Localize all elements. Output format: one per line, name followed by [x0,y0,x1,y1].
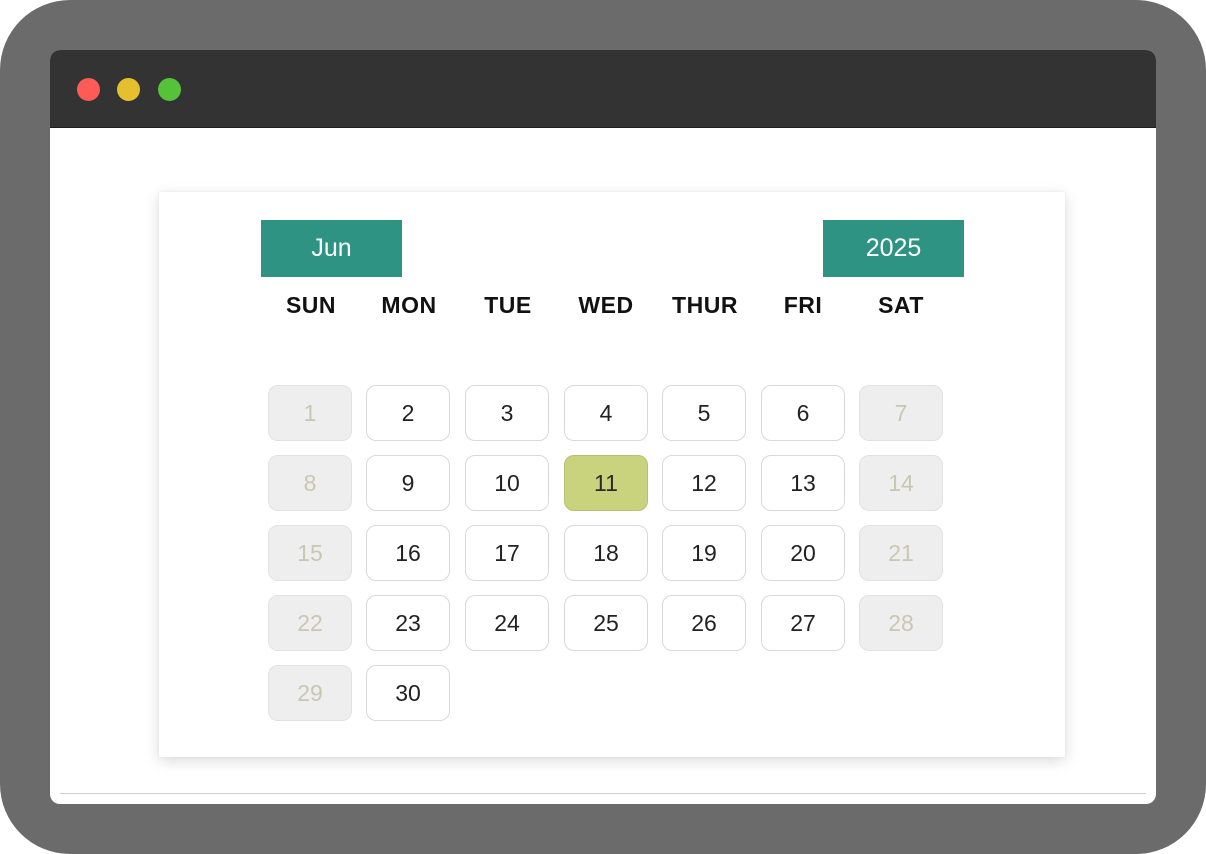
device-frame: Jun 2025 SUN MON TUE WED THUR FRI SAT 12… [0,0,1206,854]
minimize-window-button[interactable] [117,78,140,101]
day-cell: 15 [268,525,352,581]
day-cell: 8 [268,455,352,511]
day-grid: 1 2 3 4 5 6 7 8 9 10 11 12 13 14 15 16 17 18 19 20 21 22 23 24 2… [159,192,1065,757]
day-cell[interactable]: 6 [761,385,845,441]
day-cell[interactable]: 25 [564,595,648,651]
day-cell: 7 [859,385,943,441]
day-cell[interactable]: 12 [662,455,746,511]
day-cell: 28 [859,595,943,651]
day-cell: 29 [268,665,352,721]
day-cell[interactable]: 20 [761,525,845,581]
browser-window: Jun 2025 SUN MON TUE WED THUR FRI SAT 12… [50,50,1156,804]
day-cell[interactable]: 3 [465,385,549,441]
day-cell[interactable]: 27 [761,595,845,651]
maximize-window-button[interactable] [158,78,181,101]
day-cell[interactable]: 9 [366,455,450,511]
day-cell: 14 [859,455,943,511]
day-cell[interactable]: 2 [366,385,450,441]
day-cell[interactable]: 30 [366,665,450,721]
day-cell[interactable]: 18 [564,525,648,581]
day-cell[interactable]: 19 [662,525,746,581]
day-cell[interactable]: 16 [366,525,450,581]
day-cell[interactable]: 26 [662,595,746,651]
day-cell[interactable]: 4 [564,385,648,441]
divider [60,793,1146,794]
day-cell: 1 [268,385,352,441]
day-cell: 22 [268,595,352,651]
title-bar [50,50,1156,128]
day-cell[interactable]: 5 [662,385,746,441]
day-cell-selected[interactable]: 11 [564,455,648,511]
day-cell: 21 [859,525,943,581]
close-window-button[interactable] [77,78,100,101]
day-cell[interactable]: 17 [465,525,549,581]
day-cell[interactable]: 23 [366,595,450,651]
day-cell[interactable]: 24 [465,595,549,651]
day-cell[interactable]: 10 [465,455,549,511]
day-cell[interactable]: 13 [761,455,845,511]
calendar-card: Jun 2025 SUN MON TUE WED THUR FRI SAT 12… [159,192,1065,757]
